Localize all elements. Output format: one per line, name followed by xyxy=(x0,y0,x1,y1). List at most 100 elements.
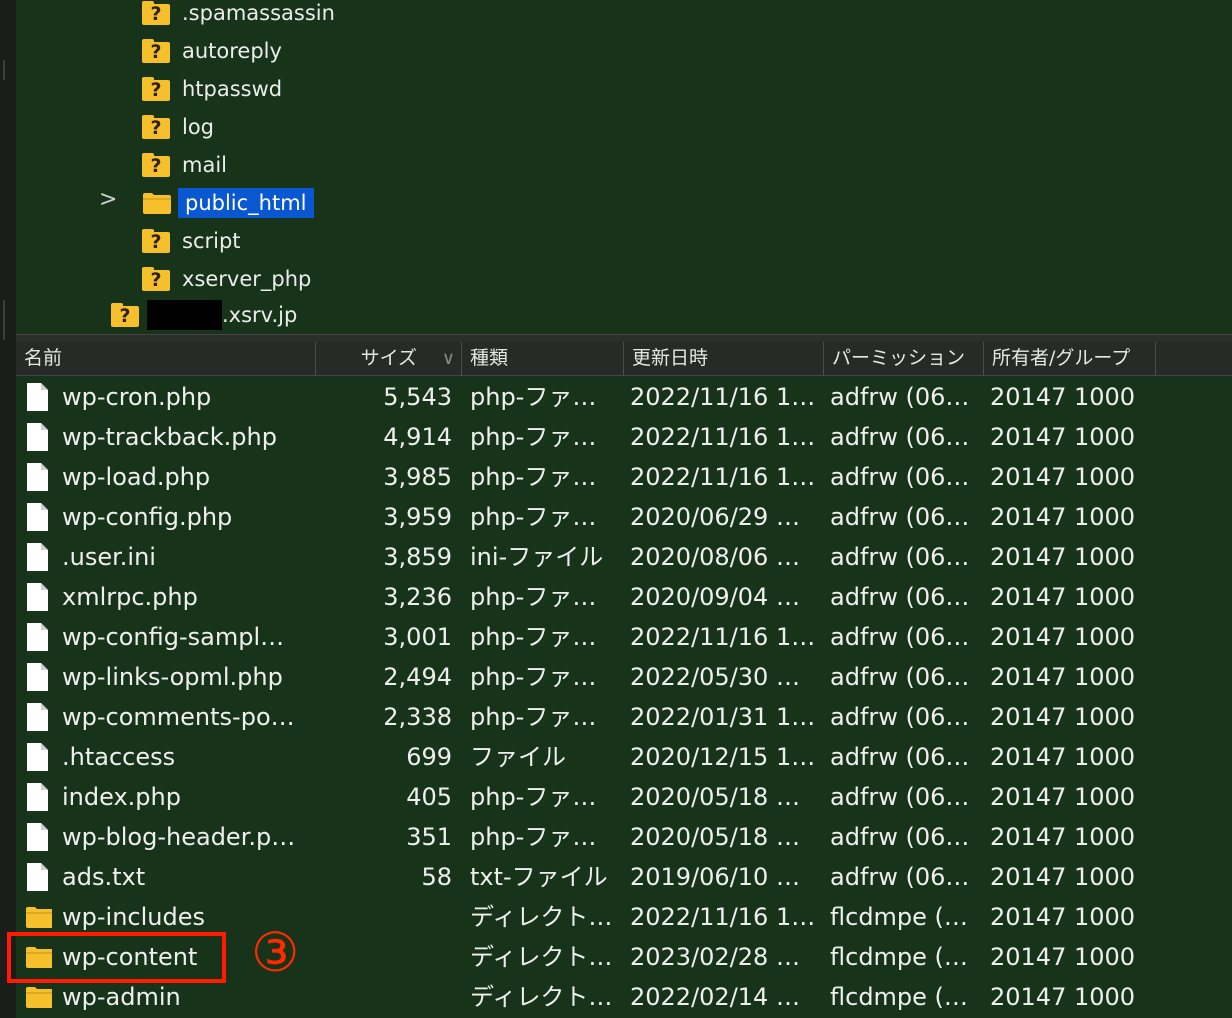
table-row[interactable]: ads.txt 58 txt-ファイル 2019/06/10 … adfrw (06… 2… xyxy=(16,857,1232,897)
sort-descending-icon: ∨ xyxy=(441,348,455,369)
row-icon xyxy=(22,737,52,777)
file-permission: adfrw (06… xyxy=(830,543,970,571)
file-icon xyxy=(27,583,48,611)
file-permission: adfrw (06… xyxy=(830,743,970,771)
tree-item-label: autoreply xyxy=(182,39,282,63)
table-row[interactable]: wp-cron.php 5,543 php-ファ… 2022/11/16 1… adfr… xyxy=(16,377,1232,417)
file-permission: adfrw (06… xyxy=(830,503,970,531)
file-modified: 2022/11/16 1… xyxy=(630,463,816,491)
file-icon xyxy=(27,423,48,451)
file-size xyxy=(356,977,452,1017)
file-permission: adfrw (06… xyxy=(830,783,970,811)
tree-item-label: htpasswd xyxy=(182,77,283,101)
tree-item-mail[interactable]: ? mail xyxy=(142,146,227,184)
table-row[interactable]: xmlrpc.php 3,236 php-ファ… 2020/09/04 … adfrw … xyxy=(16,577,1232,617)
file-modified: 2020/12/15 1… xyxy=(630,743,816,771)
file-icon xyxy=(27,503,48,531)
tree-item-public-html[interactable]: public_html xyxy=(142,184,314,222)
table-row[interactable]: wp-comments-po… 2,338 php-ファ… 2022/01/31 1…… xyxy=(16,697,1232,737)
file-name: wp-admin xyxy=(62,983,181,1011)
file-owner: 20147 1000 xyxy=(990,903,1136,931)
file-owner: 20147 1000 xyxy=(990,423,1136,451)
file-modified: 2020/06/29 … xyxy=(630,503,800,531)
tree-item-xserver-php[interactable]: ? xserver_php xyxy=(142,260,311,298)
column-modified[interactable]: 更新日時 xyxy=(624,342,824,375)
file-owner: 20147 1000 xyxy=(990,623,1136,651)
file-name: wp-trackback.php xyxy=(62,423,277,451)
window-edge xyxy=(0,0,16,1018)
table-row[interactable]: wp-config.php 3,959 php-ファ… 2020/06/29 … adf… xyxy=(16,497,1232,537)
unknown-folder-icon: ? xyxy=(142,1,170,25)
file-type: php-ファ… xyxy=(470,663,597,691)
file-size: 351 xyxy=(406,823,452,851)
table-row[interactable]: wp-config-sampl… 3,001 php-ファ… 2022/11/16 1… xyxy=(16,617,1232,657)
unknown-folder-icon: ? xyxy=(142,39,170,63)
row-icon xyxy=(22,537,52,577)
tree-item-log[interactable]: ? log xyxy=(142,108,214,146)
table-row[interactable]: wp-links-opml.php 2,494 php-ファ… 2022/05/30 … xyxy=(16,657,1232,697)
file-permission: flcdmpe (… xyxy=(830,903,968,931)
table-row[interactable]: wp-includes ディレクト… 2022/11/16 1… flcdmpe (…… xyxy=(16,897,1232,937)
file-size: 4,914 xyxy=(383,423,452,451)
host-suffix: .xsrv.jp xyxy=(222,303,298,327)
file-icon xyxy=(27,703,48,731)
file-icon xyxy=(27,463,48,491)
file-owner: 20147 1000 xyxy=(990,663,1136,691)
file-permission: flcdmpe (… xyxy=(830,943,968,971)
file-owner: 20147 1000 xyxy=(990,863,1136,891)
file-type: php-ファ… xyxy=(470,383,597,411)
file-size: 58 xyxy=(421,863,452,891)
file-size: 2,494 xyxy=(383,663,452,691)
file-owner: 20147 1000 xyxy=(990,463,1136,491)
table-row[interactable]: wp-load.php 3,985 php-ファ… 2022/11/16 1… adfr… xyxy=(16,457,1232,497)
table-row[interactable]: wp-blog-header.p… 351 php-ファ… 2020/05/18 … a… xyxy=(16,817,1232,857)
file-type: php-ファ… xyxy=(470,463,597,491)
column-owner[interactable]: 所有者/グループ xyxy=(984,342,1156,375)
tree-item-label: xserver_php xyxy=(182,267,312,291)
file-type: php-ファ… xyxy=(470,583,597,611)
tree-item-autoreply[interactable]: ? autoreply xyxy=(142,32,282,70)
file-name: wp-load.php xyxy=(62,463,211,491)
row-icon xyxy=(22,657,52,697)
file-modified: 2022/01/31 1… xyxy=(630,703,816,731)
file-icon xyxy=(27,663,48,691)
table-row[interactable]: index.php 405 php-ファ… 2020/05/18 … adfrw (06… xyxy=(16,777,1232,817)
folder-icon xyxy=(143,193,171,214)
table-row[interactable]: .htaccess 699 ファイル 2020/12/15 1… adfrw (06… 2… xyxy=(16,737,1232,777)
file-permission: flcdmpe (… xyxy=(830,983,968,1011)
file-type: txt-ファイル xyxy=(470,863,608,891)
column-header: 名前 サイズ ∨ 種類 更新日時 パーミッション 所有者/グループ xyxy=(16,342,1232,376)
file-size: 405 xyxy=(406,783,452,811)
file-size: 699 xyxy=(406,743,452,771)
file-name: wp-comments-po… xyxy=(62,703,295,731)
tree-item-script[interactable]: ? script xyxy=(142,222,241,260)
tree-item-host[interactable]: ? .xsrv.jp xyxy=(111,296,297,334)
unknown-folder-icon: ? xyxy=(142,115,170,139)
file-type: ini-ファイル xyxy=(470,543,604,571)
column-type[interactable]: 種類 xyxy=(462,342,624,375)
row-icon xyxy=(22,417,52,457)
file-permission: adfrw (06… xyxy=(830,383,970,411)
highlight-box xyxy=(7,932,226,983)
file-type: php-ファ… xyxy=(470,703,597,731)
file-name: wp-includes xyxy=(62,903,205,931)
file-permission: adfrw (06… xyxy=(830,663,970,691)
column-permission[interactable]: パーミッション xyxy=(824,342,984,375)
file-modified: 2023/02/28 … xyxy=(630,943,800,971)
file-modified: 2020/08/06 … xyxy=(630,543,800,571)
tree-item-htpasswd[interactable]: ? htpasswd xyxy=(142,70,282,108)
row-icon xyxy=(22,897,52,937)
file-name: ads.txt xyxy=(62,863,146,891)
table-row[interactable]: .user.ini 3,859 ini-ファイル 2020/08/06 … adfrw … xyxy=(16,537,1232,577)
row-icon xyxy=(22,617,52,657)
tree-item-spamassassin[interactable]: ? .spamassassin xyxy=(142,0,335,32)
file-type: ファイル xyxy=(470,743,566,771)
file-permission: adfrw (06… xyxy=(830,863,970,891)
table-row[interactable]: wp-admin ディレクト… 2022/02/14 … flcdmpe (… 2014… xyxy=(16,977,1232,1017)
column-size[interactable]: サイズ ∨ xyxy=(316,342,462,375)
file-name: .user.ini xyxy=(62,543,156,571)
file-name: .htaccess xyxy=(62,743,176,771)
chevron-right-icon[interactable]: > xyxy=(99,187,117,212)
column-name[interactable]: 名前 xyxy=(16,342,316,375)
table-row[interactable]: wp-trackback.php 4,914 php-ファ… 2022/11/16 1… xyxy=(16,417,1232,457)
